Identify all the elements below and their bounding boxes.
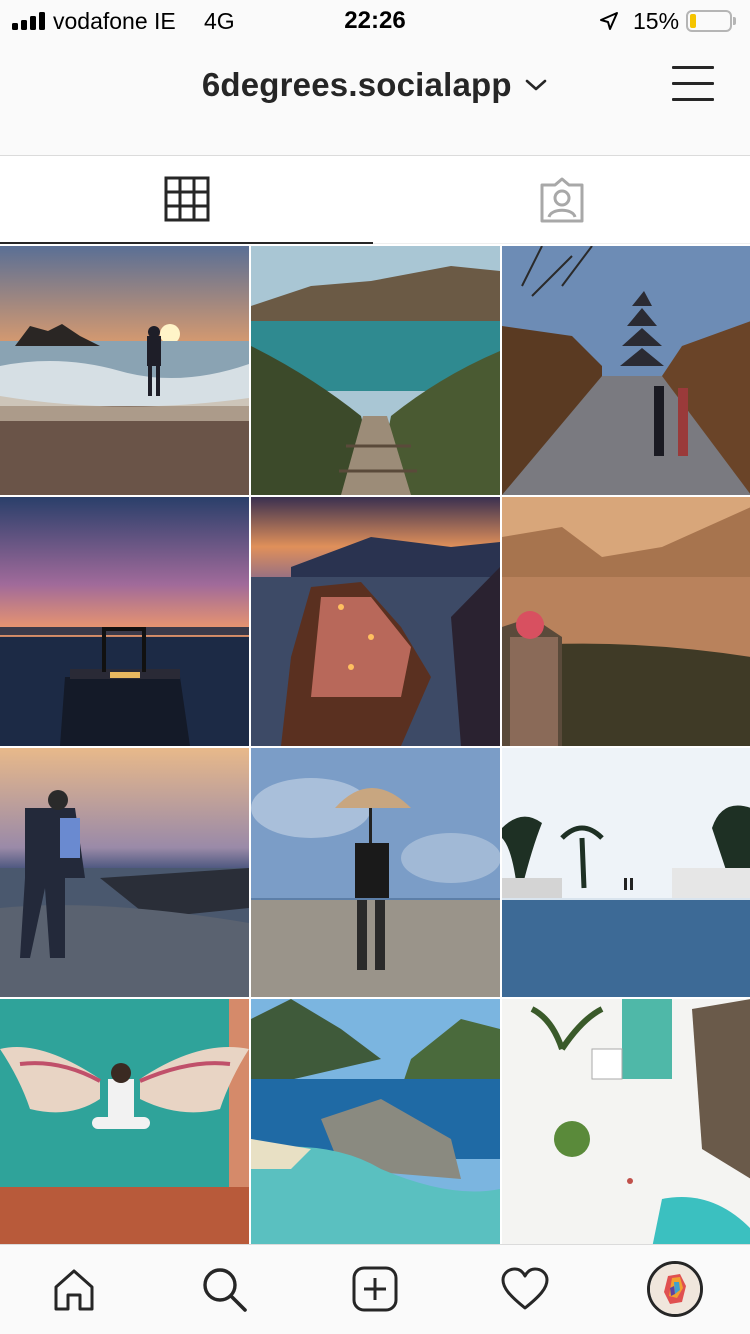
status-bar: vodafone IE 4G 22:26 15% <box>0 0 750 44</box>
post-thumbnail[interactable] <box>251 246 500 495</box>
location-arrow-icon <box>600 12 618 30</box>
post-image <box>251 246 500 495</box>
nav-activity[interactable] <box>497 1261 553 1317</box>
heart-icon <box>501 1267 549 1310</box>
post-thumbnail[interactable] <box>0 999 249 1248</box>
nav-search[interactable] <box>196 1261 252 1317</box>
tab-tagged[interactable] <box>373 156 750 244</box>
battery-percent: 15% <box>633 8 680 34</box>
post-image <box>502 497 750 746</box>
battery-icon <box>686 10 736 32</box>
post-thumbnail[interactable] <box>0 246 249 495</box>
post-image <box>0 748 249 997</box>
menu-icon[interactable] <box>672 64 714 104</box>
post-image <box>251 748 500 997</box>
search-icon <box>203 1268 247 1312</box>
tagged-person-icon <box>540 177 583 222</box>
chevron-down-icon[interactable] <box>524 77 548 93</box>
nav-new-post[interactable] <box>347 1261 403 1317</box>
new-post-icon <box>352 1266 398 1312</box>
post-image <box>251 999 500 1248</box>
post-thumbnail[interactable] <box>502 999 750 1248</box>
bottom-nav <box>0 1244 750 1334</box>
account-name[interactable]: 6degrees.socialapp <box>202 66 512 104</box>
post-thumbnail[interactable] <box>502 246 750 495</box>
post-image <box>502 999 750 1248</box>
profile-avatar-image <box>650 1264 700 1314</box>
post-image <box>0 246 249 495</box>
post-image <box>0 999 249 1248</box>
post-thumbnail[interactable] <box>502 497 750 746</box>
grid-icon <box>164 176 209 222</box>
profile-header: 6degrees.socialapp <box>0 44 750 156</box>
post-image <box>502 246 750 495</box>
profile-tabs <box>0 156 750 244</box>
account-switcher[interactable]: 6degrees.socialapp <box>0 66 750 106</box>
post-thumbnail[interactable] <box>251 748 500 997</box>
post-thumbnail[interactable] <box>0 497 249 746</box>
tab-grid[interactable] <box>0 156 373 244</box>
post-image <box>0 497 249 746</box>
nav-home[interactable] <box>46 1261 102 1317</box>
post-thumbnail[interactable] <box>0 748 249 997</box>
post-thumbnail[interactable] <box>251 497 500 746</box>
post-thumbnail[interactable] <box>251 999 500 1248</box>
photo-grid <box>0 246 750 1248</box>
home-icon <box>54 1269 94 1311</box>
post-image <box>502 748 750 997</box>
battery-fill <box>690 14 696 28</box>
profile-avatar[interactable] <box>647 1261 703 1317</box>
post-image <box>251 497 500 746</box>
post-thumbnail[interactable] <box>502 748 750 997</box>
